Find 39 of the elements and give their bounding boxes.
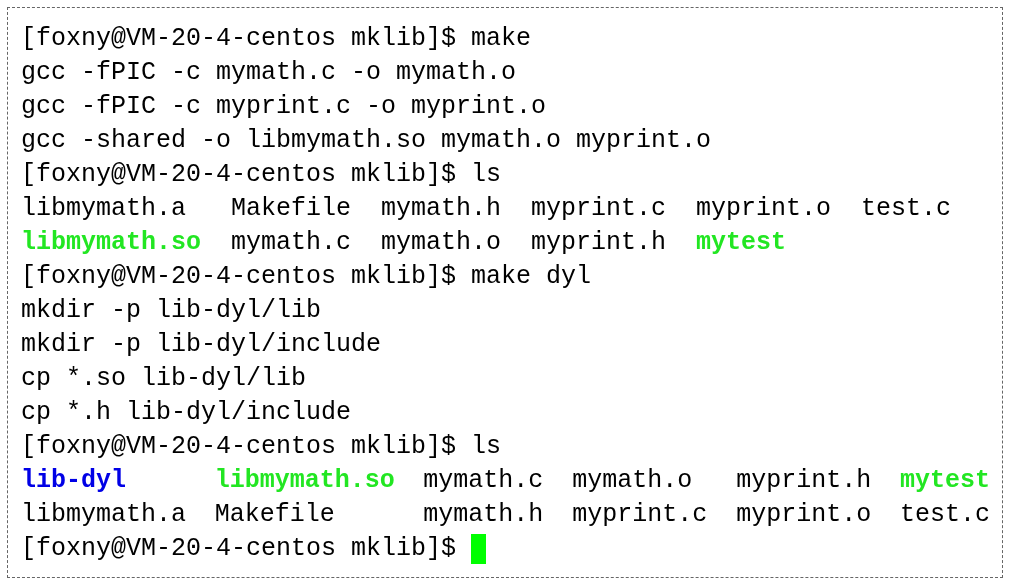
shell-prompt: [foxny@VM-20-4-centos mklib]$ xyxy=(21,533,457,565)
output-line: mkdir -p lib-dyl/lib xyxy=(21,295,322,327)
file-name: libmymath.so xyxy=(214,466,395,495)
file-name: myprint.o xyxy=(736,500,872,529)
output-line: cp *.so lib-dyl/lib xyxy=(21,363,307,395)
file-name: myprint.o xyxy=(696,194,832,223)
shell-prompt: [foxny@VM-20-4-centos mklib]$ xyxy=(21,431,457,463)
file-name: Makefile xyxy=(231,194,352,223)
output-line: cp *.h lib-dyl/include xyxy=(21,397,352,429)
command-text: make xyxy=(471,23,532,55)
shell-prompt: [foxny@VM-20-4-centos mklib]$ xyxy=(21,23,457,55)
file-name: libmymath.so xyxy=(21,228,202,257)
shell-prompt: [foxny@VM-20-4-centos mklib]$ xyxy=(21,261,457,293)
file-name: libmymath.a xyxy=(21,194,187,223)
file-name: mytest xyxy=(900,466,990,495)
file-name: libmymath.a xyxy=(21,500,187,529)
file-name: test.c xyxy=(861,194,952,223)
output-line: gcc -fPIC -c mymath.c -o mymath.o xyxy=(21,57,517,89)
file-name: test.c xyxy=(900,500,990,529)
file-name: mymath.h xyxy=(381,194,502,223)
file-name: mymath.c xyxy=(423,466,544,495)
file-name: mytest xyxy=(696,228,787,257)
file-name: mymath.c xyxy=(231,228,352,257)
output-line: mkdir -p lib-dyl/include xyxy=(21,329,382,361)
shell-prompt: [foxny@VM-20-4-centos mklib]$ xyxy=(21,159,457,191)
file-name: Makefile xyxy=(214,500,335,529)
file-name: myprint.h xyxy=(736,466,872,495)
command-text: ls xyxy=(471,159,502,191)
output-line: gcc -shared -o libmymath.so mymath.o myprint.o xyxy=(21,125,712,157)
command-text: make dyl xyxy=(471,261,592,293)
directory-name: lib-dyl xyxy=(21,466,127,495)
file-name: myprint.c xyxy=(572,500,708,529)
file-name: mymath.o xyxy=(381,228,502,257)
file-name: myprint.c xyxy=(531,194,667,223)
file-name: mymath.h xyxy=(423,500,544,529)
file-name: mymath.o xyxy=(572,466,693,495)
output-line: gcc -fPIC -c myprint.c -o myprint.o xyxy=(21,91,547,123)
file-name: myprint.h xyxy=(531,228,667,257)
command-text: ls xyxy=(471,431,502,463)
